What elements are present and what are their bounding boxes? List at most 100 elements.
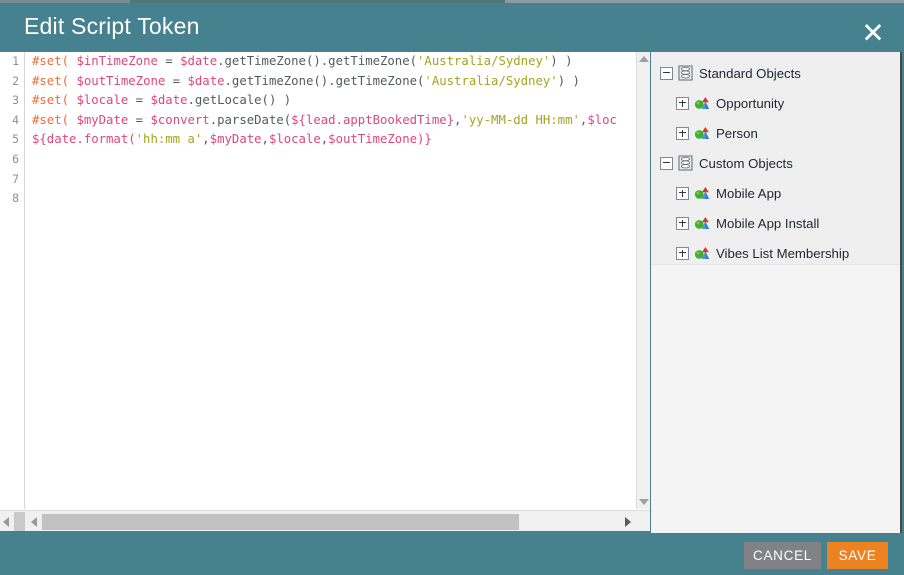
close-icon[interactable] — [862, 20, 884, 42]
scroll-up-arrow-icon[interactable] — [639, 56, 649, 62]
code-token: 'Australia/Sydney' — [424, 73, 558, 88]
code-token: = — [165, 73, 188, 88]
object-icon — [694, 245, 711, 261]
dialog-title: Edit Script Token — [24, 13, 200, 39]
line-number: 1 — [12, 54, 19, 68]
tree-item-person[interactable]: Person — [651, 118, 900, 148]
cancel-button[interactable]: CANCEL — [744, 542, 821, 569]
code-token: ${lead.apptBookedTime} — [291, 112, 455, 127]
tree-item-label: Opportunity — [716, 95, 785, 111]
code-token: $loc — [587, 112, 617, 127]
script-editor[interactable]: 12345678 #set( $inTimeZone = $date.getTi… — [0, 52, 650, 533]
tree-item-mobile-app-install[interactable]: Mobile App Install — [651, 208, 900, 238]
dialog-body: 12345678 #set( $inTimeZone = $date.getTi… — [0, 52, 904, 537]
line-number: 7 — [12, 171, 19, 186]
line-number: 6 — [12, 151, 19, 166]
object-icon — [694, 125, 711, 141]
code-token: #set( — [32, 73, 70, 88]
dialog-footer: CANCEL SAVE — [0, 537, 904, 575]
tree-item-label: Custom Objects — [699, 155, 793, 171]
object-icon — [694, 95, 711, 111]
code-line[interactable]: #set( $outTimeZone = $date.getTimeZone()… — [26, 72, 636, 92]
database-icon — [678, 65, 693, 81]
tree-item-label: Standard Objects — [699, 65, 801, 81]
code-token: $date — [150, 93, 188, 108]
code-token: 'hh:mm a' — [135, 132, 203, 147]
tree-item-label: Vibes List Membership — [716, 245, 850, 261]
line-number: 2 — [12, 73, 19, 88]
editor-bottom-padding — [0, 531, 650, 533]
code-token: .getLocale() ) — [187, 93, 292, 108]
code-token: .getTimeZone().getTimeZone( — [224, 73, 425, 88]
code-line[interactable]: ${date.format('hh:mm a',$myDate,$locale,… — [26, 130, 636, 150]
code-line[interactable] — [26, 170, 636, 190]
code-token: ) ) — [557, 73, 580, 88]
line-number: 8 — [12, 191, 19, 206]
code-token: , — [261, 132, 269, 147]
object-icon — [694, 215, 711, 231]
code-token: $myDate — [76, 112, 129, 127]
code-line[interactable]: #set( $locale = $date.getLocale() ) — [26, 91, 636, 111]
code-token: = — [157, 54, 181, 68]
code-line[interactable]: #set( $inTimeZone = $date.getTimeZone().… — [26, 52, 636, 72]
top-strip-left — [0, 0, 130, 3]
object-tree-list: Standard Objects Opportunity Person Cust… — [651, 52, 900, 264]
editor-horizontal-scrollbar[interactable] — [0, 510, 650, 531]
object-icon — [694, 185, 711, 201]
code-token: ) ) — [550, 54, 573, 68]
scroll-right-arrow-icon[interactable] — [625, 517, 631, 527]
expand-plus-icon[interactable] — [676, 246, 689, 260]
code-line[interactable] — [26, 189, 636, 209]
top-strip-right — [505, 0, 904, 3]
top-strip-center — [130, 0, 505, 3]
code-line[interactable] — [26, 150, 636, 170]
save-button[interactable]: SAVE — [827, 542, 888, 569]
object-tree-panel: Standard Objects Opportunity Person Cust… — [651, 52, 902, 533]
code-token: 'yy-MM-dd HH:mm' — [461, 112, 580, 127]
code-token: = — [128, 112, 151, 127]
code-token: .parseDate( — [209, 112, 292, 127]
tree-item-label: Mobile App — [716, 185, 782, 201]
code-token: $outTimeZone — [76, 73, 166, 88]
edit-script-token-dialog: Edit Script Token 1 2 3 4 5 6 7 8 #set( $inTime… — [0, 0, 904, 575]
editor-main[interactable]: 12345678 #set( $inTimeZone = $date.getTi… — [0, 52, 650, 509]
dialog-header: Edit Script Token — [0, 4, 904, 52]
tree-item-opportunity[interactable]: Opportunity — [651, 88, 900, 118]
tree-item-standard-objects[interactable]: Standard Objects — [651, 58, 900, 88]
tree-empty-area — [651, 264, 900, 533]
tree-item-custom-objects[interactable]: Custom Objects — [651, 148, 900, 178]
code-token: $date — [187, 73, 225, 88]
gutter-scroll-left-arrow-icon[interactable] — [3, 517, 9, 527]
code-token: $myDate — [209, 132, 262, 147]
expand-plus-icon[interactable] — [676, 126, 689, 140]
code-token: , — [202, 132, 210, 147]
collapse-minus-icon[interactable] — [660, 66, 673, 80]
database-icon — [678, 155, 693, 171]
code-token: )} — [417, 132, 432, 147]
editor-vertical-scrollbar[interactable] — [636, 52, 650, 509]
code-token: $locale — [268, 132, 321, 147]
code-line[interactable]: #set( $myDate = $convert.parseDate(${lea… — [26, 111, 636, 131]
horizontal-scroll-track[interactable] — [26, 512, 636, 531]
expand-plus-icon[interactable] — [676, 96, 689, 110]
collapse-minus-icon[interactable] — [660, 156, 673, 170]
expand-plus-icon[interactable] — [676, 186, 689, 200]
line-number-gutter: 1 2 3 4 5 6 7 8 — [0, 52, 25, 509]
scroll-down-arrow-icon[interactable] — [639, 499, 649, 505]
code-token: = — [128, 93, 151, 108]
tree-item-mobile-app[interactable]: Mobile App — [651, 178, 900, 208]
code-token: ${date.format( — [32, 132, 136, 147]
horizontal-scroll-thumb[interactable] — [42, 514, 519, 530]
code-token: .getTimeZone().getTimeZone( — [217, 54, 418, 68]
code-token: 'Australia/Sydney' — [417, 54, 551, 68]
code-token: $inTimeZone — [76, 54, 158, 68]
tree-item-label: Person — [716, 125, 758, 141]
gutter-scroll-thumb[interactable] — [14, 512, 25, 531]
code-text-area[interactable]: #set( $inTimeZone = $date.getTimeZone().… — [26, 52, 636, 509]
code-token: $locale — [76, 93, 129, 108]
code-token: #set( — [32, 54, 70, 68]
scroll-left-arrow-icon[interactable] — [31, 517, 37, 527]
line-number: 5 — [12, 132, 19, 147]
code-token: $date — [180, 54, 218, 68]
expand-plus-icon[interactable] — [676, 216, 689, 230]
